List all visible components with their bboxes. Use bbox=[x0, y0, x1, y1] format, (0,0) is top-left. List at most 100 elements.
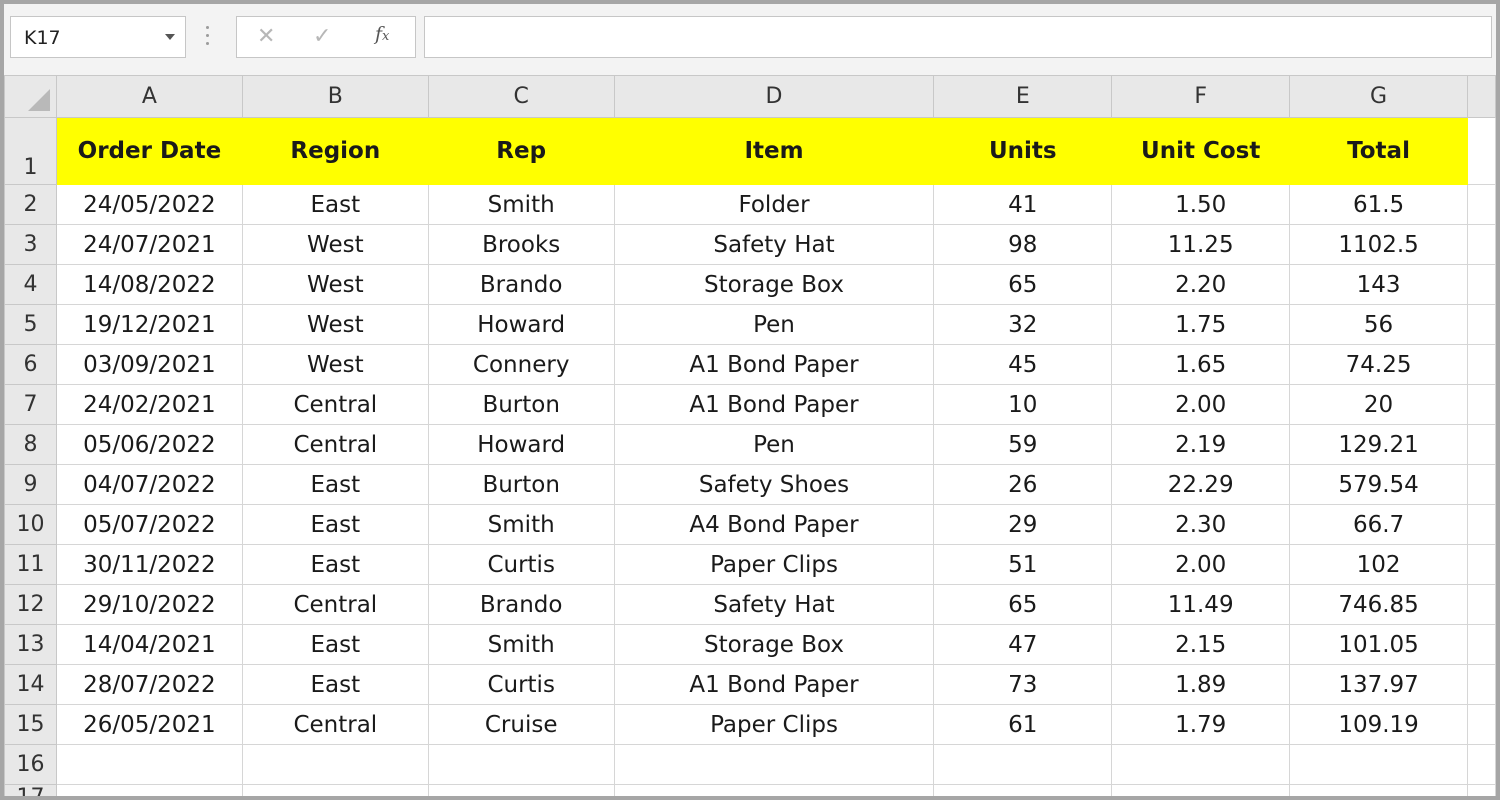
cell[interactable]: 45 bbox=[933, 344, 1113, 385]
cell[interactable]: 2.00 bbox=[1111, 384, 1291, 425]
cell[interactable] bbox=[1466, 184, 1496, 225]
cell[interactable]: 1.75 bbox=[1111, 304, 1291, 345]
cell[interactable]: Curtis bbox=[427, 544, 615, 585]
cell[interactable]: West bbox=[241, 304, 429, 345]
cell[interactable] bbox=[241, 744, 429, 785]
cell[interactable]: 98 bbox=[933, 224, 1113, 265]
cell[interactable]: 24/05/2022 bbox=[55, 184, 243, 225]
cell[interactable] bbox=[241, 784, 429, 796]
cell[interactable]: Safety Hat bbox=[613, 584, 935, 625]
cell[interactable]: West bbox=[241, 264, 429, 305]
cell[interactable]: A1 Bond Paper bbox=[613, 664, 935, 705]
row-header[interactable]: 14 bbox=[4, 664, 57, 705]
cell[interactable]: 109.19 bbox=[1289, 704, 1468, 745]
cell[interactable]: 1.50 bbox=[1111, 184, 1291, 225]
header-cell[interactable]: Rep bbox=[427, 117, 615, 185]
select-all-button[interactable] bbox=[4, 75, 57, 118]
cell[interactable]: 05/06/2022 bbox=[55, 424, 243, 465]
name-box[interactable]: K17 bbox=[10, 16, 186, 58]
cell[interactable] bbox=[1466, 744, 1496, 785]
cell[interactable]: 10 bbox=[933, 384, 1113, 425]
cell[interactable]: 56 bbox=[1289, 304, 1468, 345]
cell[interactable] bbox=[1466, 344, 1496, 385]
checkmark-icon[interactable]: ✓ bbox=[313, 24, 331, 49]
cell[interactable]: 59 bbox=[933, 424, 1113, 465]
row-header[interactable]: 9 bbox=[4, 464, 57, 505]
cell[interactable] bbox=[613, 744, 935, 785]
row-header[interactable]: 2 bbox=[4, 184, 57, 225]
cell[interactable]: 47 bbox=[933, 624, 1113, 665]
cell[interactable]: Howard bbox=[427, 424, 615, 465]
cell[interactable]: 61 bbox=[933, 704, 1113, 745]
cell[interactable]: 03/09/2021 bbox=[55, 344, 243, 385]
cell[interactable]: Safety Shoes bbox=[613, 464, 935, 505]
cell[interactable]: Brando bbox=[427, 584, 615, 625]
cancel-icon[interactable]: ✕ bbox=[257, 24, 275, 49]
cell[interactable] bbox=[613, 784, 935, 796]
cell[interactable]: 101.05 bbox=[1289, 624, 1468, 665]
cell[interactable] bbox=[1466, 704, 1496, 745]
cell[interactable]: Central bbox=[241, 704, 429, 745]
header-cell[interactable]: Item bbox=[613, 117, 935, 185]
cell[interactable] bbox=[1466, 224, 1496, 265]
cell[interactable]: Smith bbox=[427, 624, 615, 665]
cell[interactable]: 51 bbox=[933, 544, 1113, 585]
cell[interactable]: 11.49 bbox=[1111, 584, 1291, 625]
cell[interactable]: East bbox=[241, 464, 429, 505]
cell[interactable] bbox=[1466, 584, 1496, 625]
cell[interactable]: 29 bbox=[933, 504, 1113, 545]
column-header-e[interactable]: E bbox=[933, 75, 1113, 118]
cell[interactable]: 26 bbox=[933, 464, 1113, 505]
drag-handle-icon[interactable] bbox=[206, 26, 210, 50]
header-cell[interactable]: Total bbox=[1289, 117, 1468, 185]
cell[interactable]: 28/07/2022 bbox=[55, 664, 243, 705]
cell[interactable]: Central bbox=[241, 584, 429, 625]
cell[interactable]: East bbox=[241, 664, 429, 705]
cell[interactable]: 2.19 bbox=[1111, 424, 1291, 465]
cell[interactable]: A4 Bond Paper bbox=[613, 504, 935, 545]
cell[interactable] bbox=[933, 744, 1113, 785]
header-cell[interactable]: Region bbox=[241, 117, 429, 185]
cell[interactable]: 14/08/2022 bbox=[55, 264, 243, 305]
cell[interactable]: Brando bbox=[427, 264, 615, 305]
row-header[interactable]: 3 bbox=[4, 224, 57, 265]
formula-input[interactable] bbox=[424, 16, 1492, 58]
row-header[interactable]: 15 bbox=[4, 704, 57, 745]
cell[interactable]: 26/05/2021 bbox=[55, 704, 243, 745]
cell[interactable]: 102 bbox=[1289, 544, 1468, 585]
header-cell[interactable]: Unit Cost bbox=[1111, 117, 1291, 185]
cell[interactable]: 1102.5 bbox=[1289, 224, 1468, 265]
cell[interactable]: 41 bbox=[933, 184, 1113, 225]
cell[interactable]: 2.15 bbox=[1111, 624, 1291, 665]
cell[interactable]: 32 bbox=[933, 304, 1113, 345]
cell[interactable]: 137.97 bbox=[1289, 664, 1468, 705]
cell[interactable]: 74.25 bbox=[1289, 344, 1468, 385]
cell[interactable]: 05/07/2022 bbox=[55, 504, 243, 545]
cell[interactable]: 66.7 bbox=[1289, 504, 1468, 545]
cell[interactable] bbox=[55, 784, 243, 796]
cell[interactable] bbox=[1466, 664, 1496, 705]
cell[interactable]: 2.00 bbox=[1111, 544, 1291, 585]
cell[interactable]: 65 bbox=[933, 264, 1113, 305]
row-header[interactable]: 13 bbox=[4, 624, 57, 665]
cell[interactable]: Storage Box bbox=[613, 264, 935, 305]
chevron-down-icon[interactable] bbox=[165, 34, 175, 40]
cell[interactable]: Cruise bbox=[427, 704, 615, 745]
cell[interactable]: 1.65 bbox=[1111, 344, 1291, 385]
cell[interactable]: Central bbox=[241, 384, 429, 425]
cell[interactable] bbox=[1466, 784, 1496, 796]
cell[interactable]: East bbox=[241, 624, 429, 665]
cell[interactable]: Burton bbox=[427, 384, 615, 425]
cell[interactable]: Paper Clips bbox=[613, 544, 935, 585]
cell[interactable] bbox=[1466, 544, 1496, 585]
row-header[interactable]: 16 bbox=[4, 744, 57, 785]
cell[interactable]: Pen bbox=[613, 424, 935, 465]
cell[interactable]: West bbox=[241, 344, 429, 385]
cell[interactable] bbox=[1111, 744, 1291, 785]
column-header-h-partial[interactable] bbox=[1466, 75, 1496, 118]
row-header[interactable]: 11 bbox=[4, 544, 57, 585]
cell[interactable]: Connery bbox=[427, 344, 615, 385]
cell[interactable]: A1 Bond Paper bbox=[613, 384, 935, 425]
cell[interactable] bbox=[1466, 424, 1496, 465]
row-header[interactable]: 1 bbox=[4, 117, 57, 185]
